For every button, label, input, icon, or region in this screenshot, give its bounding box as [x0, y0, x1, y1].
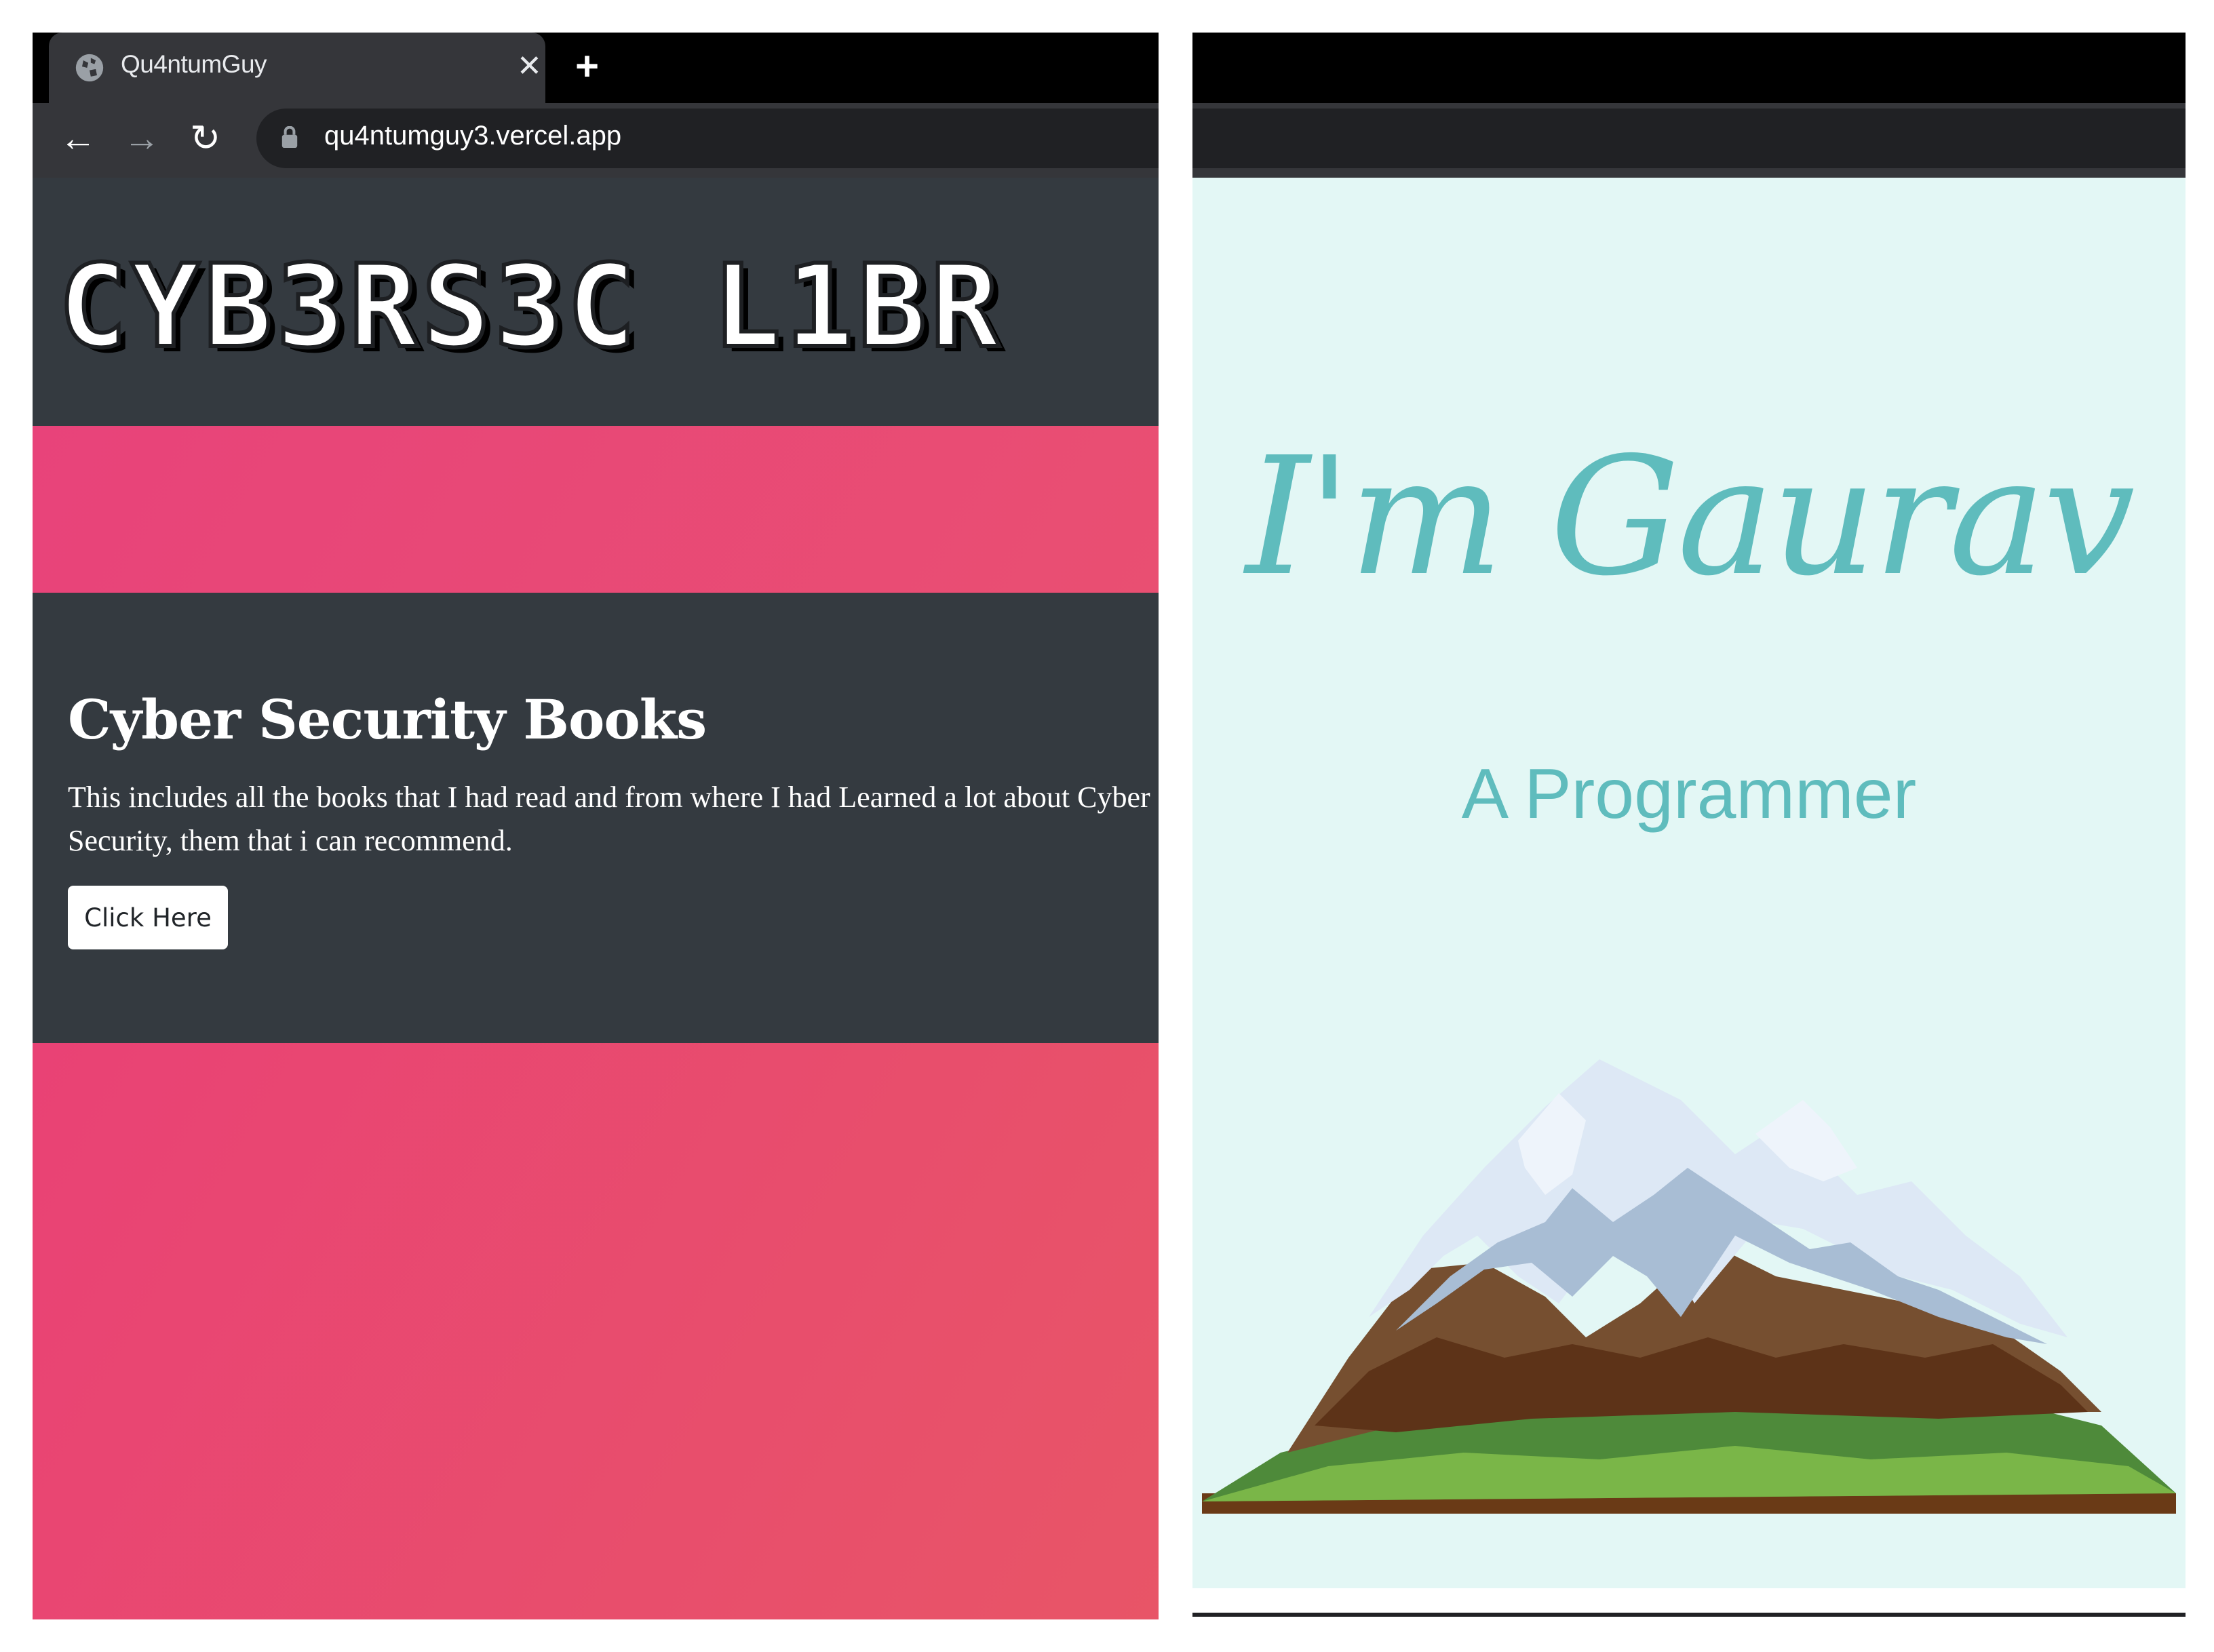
back-button[interactable]: ← [60, 117, 96, 160]
reload-button[interactable]: ↻ [190, 117, 220, 160]
tab-title: Qu4ntumGuy [121, 50, 267, 78]
address-bar[interactable]: qu4ntumguy3.vercel.app [256, 109, 1159, 168]
address-bar-right[interactable] [1192, 109, 2186, 168]
right-browser-window: I'm Gaurav A Programmer [1192, 33, 2186, 1619]
lock-icon [281, 126, 298, 148]
browser-tab[interactable]: Qu4ntumGuy ✕ [49, 33, 545, 103]
close-tab-icon[interactable]: ✕ [517, 47, 542, 85]
web-page: CYB3RS3C L1BR Cyber Security Books This … [33, 178, 1159, 1619]
section-description: This includes all the books that I had r… [68, 781, 1150, 857]
site-logo-text[interactable]: CYB3RS3C L1BR [56, 238, 1003, 375]
pink-footer-band [33, 1043, 1159, 1619]
left-browser-window: Qu4ntumGuy ✕ + ← → ↻ qu4ntumguy3.vercel.… [33, 33, 1159, 1619]
portfolio-page: I'm Gaurav A Programmer [1192, 178, 2186, 1588]
url-text: qu4ntumguy3.vercel.app [324, 121, 622, 151]
click-here-button[interactable]: Click Here [68, 886, 228, 949]
browser-toolbar-right [1192, 103, 2186, 178]
hero-name: I'm Gaurav [1245, 422, 2135, 612]
site-header: CYB3RS3C L1BR [33, 178, 1159, 426]
tab-strip-right [1192, 33, 2186, 103]
bottom-divider [1192, 1613, 2186, 1617]
section-title: Cyber Security Books [68, 688, 707, 751]
mountain-illustration [1202, 1059, 2176, 1514]
pink-banner [33, 426, 1159, 593]
forward-button[interactable]: → [123, 117, 160, 160]
new-tab-button[interactable]: + [575, 45, 599, 88]
hero-role: A Programmer [1461, 755, 1917, 833]
globe-icon [75, 54, 104, 82]
books-section: Cyber Security Books This includes all t… [33, 593, 1159, 1043]
tab-strip: Qu4ntumGuy ✕ + [33, 33, 1159, 103]
browser-toolbar: ← → ↻ qu4ntumguy3.vercel.app [33, 103, 1159, 178]
